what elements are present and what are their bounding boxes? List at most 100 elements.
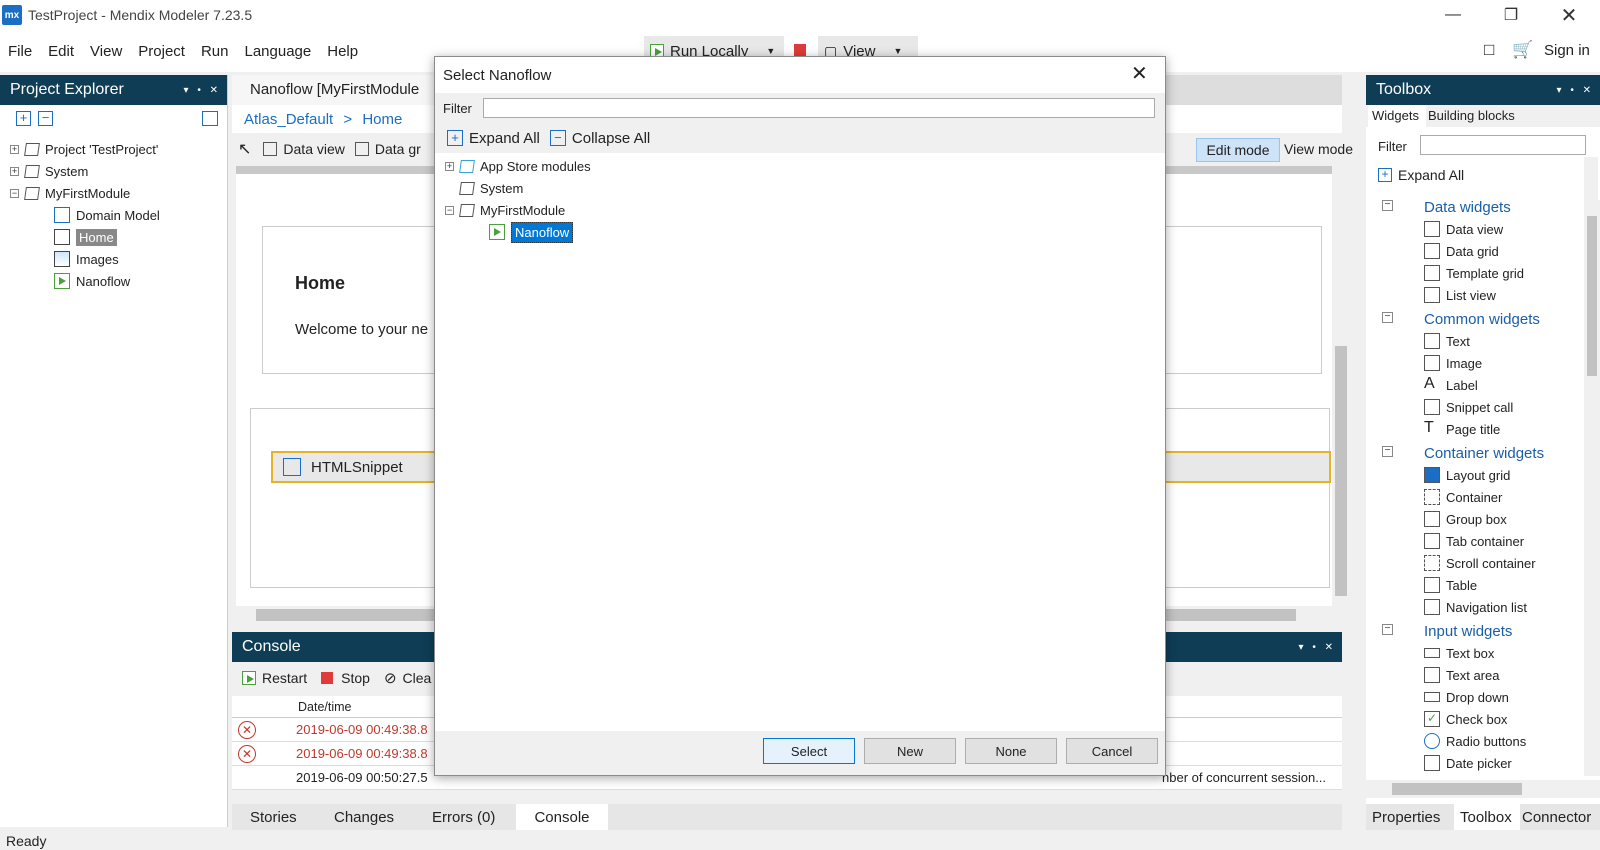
feedback-icon[interactable]: □: [1484, 40, 1494, 60]
data-grid-tool[interactable]: Data gr: [375, 141, 421, 157]
tab-changes[interactable]: Changes: [334, 806, 394, 828]
stop-button[interactable]: Stop: [341, 670, 370, 686]
toolbox-item-page-title[interactable]: T Page title: [1424, 418, 1500, 440]
toolbox-item-label[interactable]: A Label: [1424, 374, 1478, 396]
tree-item-system[interactable]: + System: [10, 160, 88, 182]
data-view-tool[interactable]: Data view: [283, 141, 344, 157]
menu-run[interactable]: Run: [193, 43, 237, 60]
toolbox-item-date-picker[interactable]: Date picker: [1424, 752, 1512, 774]
tree-item-project[interactable]: + Project 'TestProject': [10, 138, 158, 160]
breadcrumb-page[interactable]: Home: [362, 111, 402, 128]
dialog-expand-all-button[interactable]: Expand All: [469, 130, 540, 147]
toolbox-item-container[interactable]: Container: [1424, 486, 1502, 508]
dialog-collapse-all-button[interactable]: Collapse All: [572, 130, 650, 147]
tab-toolbox[interactable]: Toolbox: [1454, 804, 1520, 830]
menu-language[interactable]: Language: [237, 43, 320, 60]
toolbox-filter-input[interactable]: [1420, 135, 1586, 155]
tree-item-myfirstmodule[interactable]: − MyFirstModule: [10, 182, 130, 204]
edit-mode-button[interactable]: Edit mode: [1196, 138, 1280, 162]
tab-building-blocks[interactable]: Building blocks: [1428, 108, 1515, 123]
sign-in-link[interactable]: Sign in: [1544, 42, 1590, 59]
collapse-icon[interactable]: −: [10, 188, 19, 198]
tab-widgets[interactable]: Widgets: [1368, 105, 1426, 127]
collapse-all-icon[interactable]: −: [38, 111, 53, 126]
toolbox-item-scroll-container[interactable]: Scroll container: [1424, 552, 1536, 574]
toolbox-item-radio-buttons[interactable]: Radio buttons: [1424, 730, 1526, 752]
toolbox-item-layout-grid[interactable]: Layout grid: [1424, 464, 1510, 486]
toolbox-item-group-box[interactable]: Group box: [1424, 508, 1507, 530]
tree-item-images[interactable]: Images: [54, 248, 119, 270]
restore-icon[interactable]: ❐: [1482, 0, 1540, 30]
menu-view[interactable]: View: [82, 43, 130, 60]
col-datetime[interactable]: Date/time: [298, 700, 352, 714]
menu-help[interactable]: Help: [319, 43, 366, 60]
category-common-widgets[interactable]: Common widgets: [1424, 308, 1540, 330]
toolbox-item-navigation-list[interactable]: Navigation list: [1424, 596, 1527, 618]
toolbox-item-snippet-call[interactable]: Snippet call: [1424, 396, 1513, 418]
select-button[interactable]: Select: [763, 738, 855, 764]
expand-icon[interactable]: +: [445, 161, 454, 171]
tab-stories[interactable]: Stories: [250, 806, 297, 828]
cart-icon[interactable]: 🛒: [1512, 40, 1533, 60]
menu-edit[interactable]: Edit: [40, 43, 82, 60]
toolbox-item-data-grid[interactable]: Data grid: [1424, 240, 1499, 262]
toolbox-item-image[interactable]: Image: [1424, 352, 1482, 374]
toolbox-item-drop-down[interactable]: Drop down: [1424, 686, 1509, 708]
tab-properties[interactable]: Properties: [1372, 809, 1440, 826]
toolbox-item-list-view[interactable]: List view: [1424, 284, 1496, 306]
collapse-icon[interactable]: −: [445, 205, 454, 215]
restart-button[interactable]: Restart: [262, 670, 307, 686]
panel-controls-icon[interactable]: ▾ • ✕: [184, 85, 221, 96]
dialog-close-icon[interactable]: ✕: [1131, 61, 1148, 86]
panel-controls-icon[interactable]: ▾ • ✕: [1299, 642, 1336, 653]
toolbox-item-table[interactable]: Table: [1424, 574, 1477, 596]
collapse-icon[interactable]: −: [1382, 200, 1393, 211]
toolbox-item-text-box[interactable]: Text box: [1424, 642, 1494, 664]
toolbox-item-template-grid[interactable]: Template grid: [1424, 262, 1524, 284]
pointer-icon[interactable]: ↖: [238, 139, 251, 159]
toolbox-item-data-view[interactable]: Data view: [1424, 218, 1503, 240]
dialog-tree-app-store[interactable]: + App Store modules: [445, 155, 591, 177]
dialog-tree-system[interactable]: System: [459, 177, 523, 199]
canvas-vscrollbar[interactable]: [1332, 166, 1350, 606]
none-button[interactable]: None: [965, 738, 1057, 764]
tab-errors[interactable]: Errors (0): [432, 806, 495, 828]
dialog-tree-nanoflow[interactable]: Nanoflow: [489, 221, 574, 243]
minimize-icon[interactable]: —: [1424, 0, 1482, 30]
category-input-widgets[interactable]: Input widgets: [1424, 620, 1512, 642]
close-window-icon[interactable]: ✕: [1540, 0, 1598, 30]
toolbox-expand-all[interactable]: + Expand All: [1378, 167, 1464, 183]
expand-icon[interactable]: +: [10, 166, 19, 176]
toolbox-item-check-box[interactable]: ✓ Check box: [1424, 708, 1507, 730]
collapse-icon[interactable]: −: [1382, 624, 1393, 635]
tab-nanoflow[interactable]: Nanoflow [MyFirstModule: [232, 75, 442, 105]
toolbox-item-tab-container[interactable]: Tab container: [1424, 530, 1524, 552]
panel-controls-icon[interactable]: ▾ • ✕: [1557, 85, 1594, 96]
new-button[interactable]: New: [864, 738, 956, 764]
sync-icon[interactable]: [202, 111, 218, 126]
tree-item-domain-model[interactable]: Domain Model: [54, 204, 160, 226]
stop-icon[interactable]: [794, 44, 806, 56]
dialog-filter-input[interactable]: [483, 98, 1155, 118]
menu-project[interactable]: Project: [130, 43, 193, 60]
tree-item-home[interactable]: Home: [54, 226, 117, 248]
clear-button[interactable]: Clea: [403, 670, 432, 686]
breadcrumb-layout[interactable]: Atlas_Default: [244, 111, 333, 128]
category-container-widgets[interactable]: Container widgets: [1424, 442, 1544, 464]
cancel-button[interactable]: Cancel: [1066, 738, 1158, 764]
tab-console[interactable]: Console: [516, 804, 608, 830]
collapse-icon[interactable]: −: [1382, 312, 1393, 323]
expand-icon[interactable]: +: [10, 144, 19, 154]
menu-file[interactable]: File: [0, 43, 40, 60]
toolbox-list-scrollbar[interactable]: [1584, 200, 1600, 776]
view-mode-button[interactable]: View mode: [1284, 141, 1353, 157]
category-data-widgets[interactable]: Data widgets: [1424, 196, 1511, 218]
dialog-tree-myfirstmodule[interactable]: − MyFirstModule: [445, 199, 565, 221]
toolbox-item-text[interactable]: Text: [1424, 330, 1470, 352]
toolbox-item-text-area[interactable]: Text area: [1424, 664, 1499, 686]
toolbox-hscrollbar[interactable]: [1366, 780, 1600, 798]
expand-all-icon[interactable]: +: [16, 111, 31, 126]
collapse-icon[interactable]: −: [1382, 446, 1393, 457]
tree-item-nanoflow[interactable]: Nanoflow: [54, 270, 130, 292]
tab-connector[interactable]: Connector: [1522, 809, 1591, 826]
